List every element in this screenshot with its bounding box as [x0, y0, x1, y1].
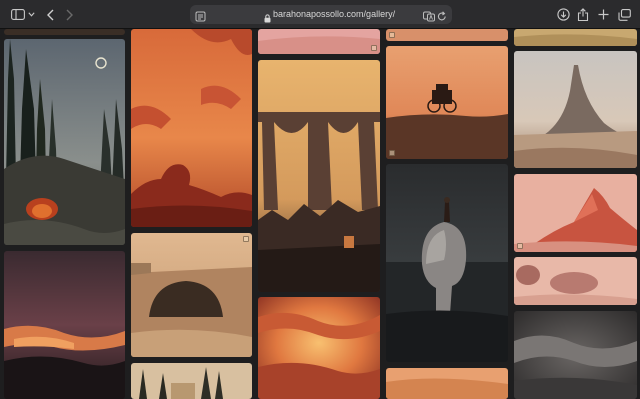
artwork-stone-arch-ruin[interactable] — [131, 233, 252, 357]
artwork-desert-valley[interactable] — [514, 29, 637, 46]
artwork-cypress-cave-night[interactable] — [4, 39, 125, 245]
back-arrow-icon[interactable] — [44, 5, 56, 24]
browser-toolbar: barahonapossollo.com/gallery/ — [0, 0, 640, 29]
artwork-jagged-rocks-pink[interactable] — [514, 174, 637, 252]
artwork-stone-aqueduct[interactable] — [258, 60, 380, 292]
lock-icon — [264, 10, 271, 28]
artwork-red-sky-rock-arch[interactable] — [131, 29, 252, 227]
url-text: barahonapossollo.com/gallery/ — [273, 9, 396, 19]
artwork-badge — [389, 32, 395, 38]
artwork-sunset-clouds-col1[interactable] — [4, 251, 125, 399]
plus-icon[interactable] — [596, 5, 610, 24]
artwork-strip-top-col3[interactable] — [258, 29, 380, 54]
gallery-grid — [0, 29, 640, 399]
artwork-strip-col1[interactable] — [4, 29, 125, 35]
artwork-orange-clouds-col4[interactable] — [386, 368, 508, 399]
download-icon[interactable] — [556, 5, 570, 24]
artwork-boulders-pink[interactable] — [514, 257, 637, 305]
sidebar-icon[interactable] — [10, 5, 26, 24]
share-icon[interactable] — [576, 5, 590, 24]
artwork-strip-col4[interactable] — [386, 29, 508, 41]
forward-arrow-icon[interactable] — [63, 5, 75, 24]
artwork-badge — [243, 236, 249, 242]
artwork-stagecoach-hill[interactable] — [386, 46, 508, 159]
artwork-stone-head-sea[interactable] — [386, 164, 508, 362]
artwork-badge — [517, 243, 523, 249]
reload-icon[interactable] — [437, 9, 447, 27]
artwork-needle-rock[interactable] — [514, 51, 637, 168]
artwork-fiery-clouds[interactable] — [258, 297, 380, 399]
tab-overview-icon[interactable] — [617, 5, 631, 24]
reader-icon[interactable] — [195, 9, 206, 27]
artwork-badge — [371, 45, 377, 51]
artwork-village-cypress[interactable] — [131, 363, 252, 399]
artwork-badge — [389, 150, 395, 156]
translate-icon[interactable] — [423, 9, 435, 27]
address-bar[interactable]: barahonapossollo.com/gallery/ — [190, 5, 452, 24]
chevron-down-icon[interactable] — [27, 5, 36, 24]
artwork-grey-smoke[interactable] — [514, 311, 637, 399]
